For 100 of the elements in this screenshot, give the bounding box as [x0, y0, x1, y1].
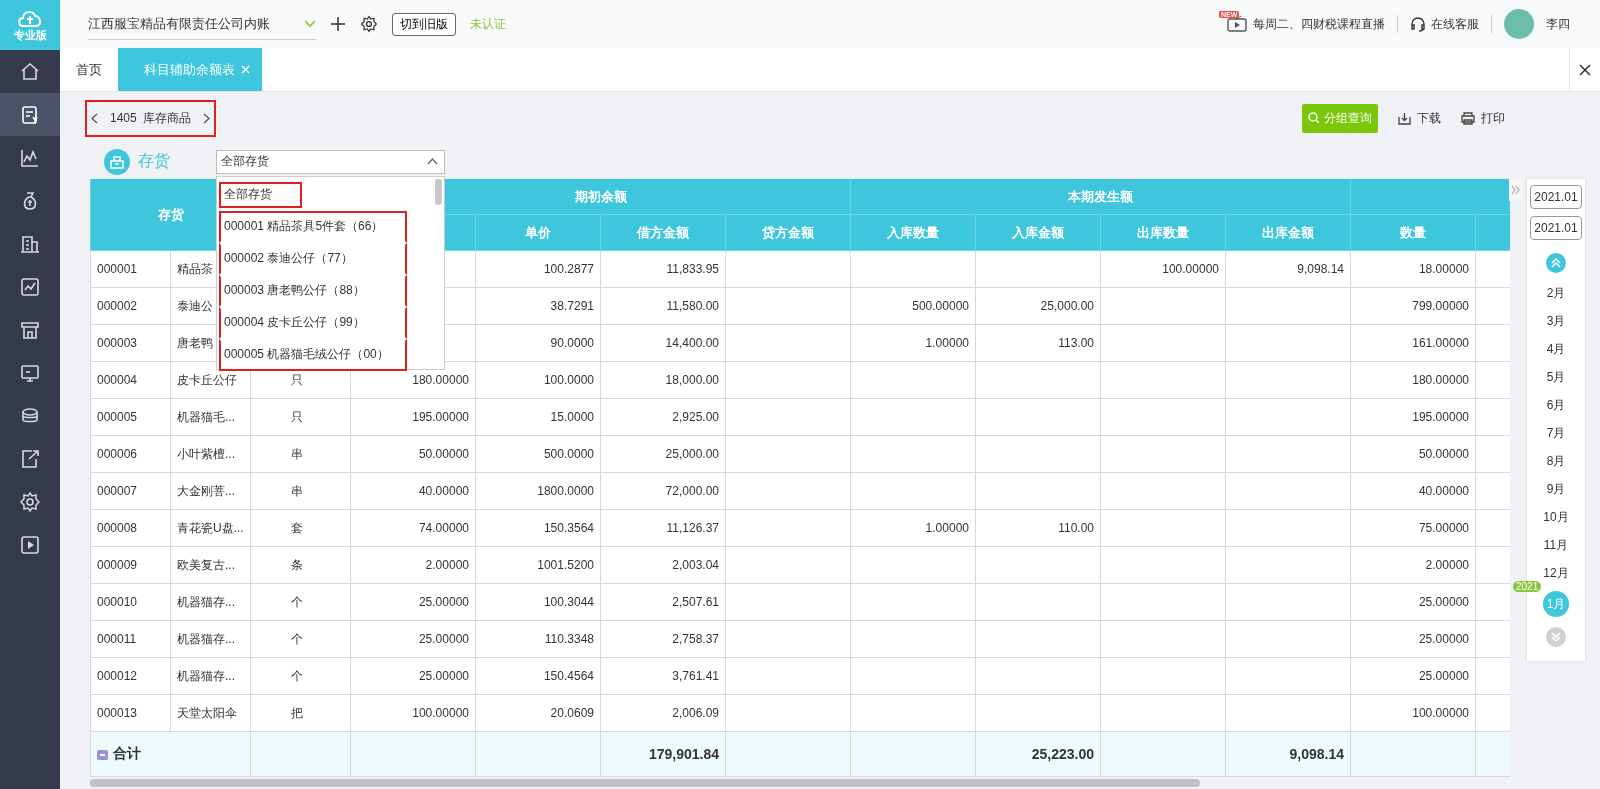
table-cell: 2,003.04: [600, 546, 726, 584]
table-cell: 机器猫毛...: [170, 398, 251, 436]
live-course-link[interactable]: 每周二、四财税课程直播: [1253, 15, 1385, 33]
table-cell: 100.00000: [350, 694, 476, 732]
table-cell: 2.00000: [1350, 546, 1476, 584]
month-item[interactable]: 12月: [1539, 559, 1573, 587]
month-item[interactable]: 6月: [1539, 391, 1573, 419]
column-header: 数量: [1350, 214, 1476, 251]
table-cell: 500.00000: [850, 287, 976, 325]
table-cell: 799.00000: [1350, 287, 1476, 325]
column-header: 借方金额: [600, 214, 726, 251]
home-icon: [19, 60, 41, 83]
table-cell: 000012: [90, 657, 171, 695]
table-cell: 机器猫存...: [170, 657, 251, 695]
table-cell: 000008: [90, 509, 171, 547]
inventory-select[interactable]: 全部存货: [216, 149, 445, 174]
table-cell: 1001.5200: [475, 546, 601, 584]
month-item[interactable]: 11月: [1539, 531, 1573, 559]
chevron-up-icon: [427, 158, 438, 165]
month-item[interactable]: 5月: [1539, 363, 1573, 391]
table-cell: 25.00000: [1350, 620, 1476, 658]
column-header: 贷方金额: [725, 214, 851, 251]
subject-navigator[interactable]: 1405 库存商品: [87, 101, 215, 135]
printer-icon: [1461, 111, 1475, 125]
switch-version-button[interactable]: 切到旧版: [392, 12, 456, 36]
receipt-icon: [19, 103, 41, 126]
table-cell: 2,758.37: [600, 620, 726, 658]
search-icon: [1308, 112, 1320, 124]
table-cell: 100.3044: [475, 583, 601, 621]
table-cell: 000013: [90, 694, 171, 732]
table-cell: 25.00000: [1350, 657, 1476, 695]
month-item[interactable]: 7月: [1539, 419, 1573, 447]
end-period-field[interactable]: 2021.01: [1530, 216, 1582, 240]
month-item[interactable]: 4月: [1539, 335, 1573, 363]
inbox-icon: [104, 148, 130, 175]
table-cell: 25.00000: [350, 657, 476, 695]
company-select[interactable]: 江西服宝精品有限责任公司内账: [88, 8, 316, 40]
online-service-link[interactable]: 在线客服: [1431, 15, 1479, 33]
chevron-left-icon[interactable]: [91, 112, 98, 124]
add-icon[interactable]: [330, 16, 346, 33]
table-cell: 11,126.37: [600, 509, 726, 547]
table-cell: 机器猫存...: [170, 620, 251, 658]
tv-icon: [1227, 16, 1247, 33]
status-label: 未认证: [470, 15, 506, 33]
table-cell: 110.3348: [475, 620, 601, 658]
month-item[interactable]: 10月: [1539, 503, 1573, 531]
start-period-field[interactable]: 2021.01: [1530, 185, 1582, 209]
table-cell: 9,098.14: [1225, 731, 1351, 777]
scrollbar-thumb[interactable]: [90, 779, 1200, 787]
table-cell: 大金刚菩...: [170, 472, 251, 510]
download-icon: [1398, 111, 1411, 125]
table-cell: 195.00000: [350, 398, 476, 436]
user-name[interactable]: 李四: [1546, 15, 1570, 33]
table-cell: 2.00000: [350, 546, 476, 584]
table-cell: 把: [250, 694, 351, 732]
dropdown-option[interactable]: 000001 精品茶具5件套（66）: [219, 210, 407, 243]
month-item[interactable]: 8月: [1539, 447, 1573, 475]
chevron-right-icon[interactable]: [203, 112, 211, 124]
table-cell: 20.0609: [475, 694, 601, 732]
table-cell: 161.00000: [1350, 324, 1476, 362]
table-cell: 000003: [90, 324, 171, 362]
month-item[interactable]: 9月: [1539, 475, 1573, 503]
close-icon[interactable]: [1579, 63, 1591, 76]
table-cell: 74.00000: [350, 509, 476, 547]
table-cell: 40.00000: [350, 472, 476, 510]
settings-icon: [19, 490, 41, 513]
table-cell: 195.00000: [1350, 398, 1476, 436]
month-item[interactable]: 2月: [1539, 279, 1573, 307]
table-cell: 150.4564: [475, 657, 601, 695]
settings-icon[interactable]: [360, 15, 378, 34]
month-item[interactable]: 3月: [1539, 307, 1573, 335]
table-cell: 40.00000: [1350, 472, 1476, 510]
dropdown-option[interactable]: 全部存货: [219, 181, 302, 208]
table-cell: 000007: [90, 472, 171, 510]
table-cell: 179,901.84: [600, 731, 726, 777]
table-cell: 2,006.09: [600, 694, 726, 732]
table-cell: 1.00000: [850, 509, 976, 547]
total-label: 合计: [113, 745, 141, 763]
table-cell: 180.00000: [1350, 361, 1476, 399]
dropdown-option[interactable]: 000002 泰迪公仔（77）: [219, 242, 407, 275]
dropdown-option[interactable]: 000003 唐老鸭公仔（88）: [219, 274, 407, 307]
table-cell: 18,000.00: [600, 361, 726, 399]
table-cell: 25,000.00: [975, 287, 1101, 325]
table-cell: 3,761.41: [600, 657, 726, 695]
print-button[interactable]: 打印: [1461, 109, 1505, 127]
table-cell: 青花瓷U盘...: [170, 509, 251, 547]
scrollbar-thumb[interactable]: [435, 178, 442, 205]
table-cell: 11,580.00: [600, 287, 726, 325]
table-cell: 90.0000: [475, 324, 601, 362]
table-cell: 000010: [90, 583, 171, 621]
video-icon: [19, 533, 41, 556]
section-title: 存货: [138, 151, 170, 171]
table-cell: 机器猫存...: [170, 583, 251, 621]
download-button[interactable]: 下载: [1398, 109, 1441, 127]
table-cell: 000001: [90, 250, 171, 288]
table-cell: 1.00000: [850, 324, 976, 362]
table-cell: 小叶紫檀...: [170, 435, 251, 473]
table-cell: 150.3564: [475, 509, 601, 547]
dropdown-option[interactable]: 000004 皮卡丘公仔（99）: [219, 306, 407, 339]
sidebar-item[interactable]: [0, 93, 60, 136]
